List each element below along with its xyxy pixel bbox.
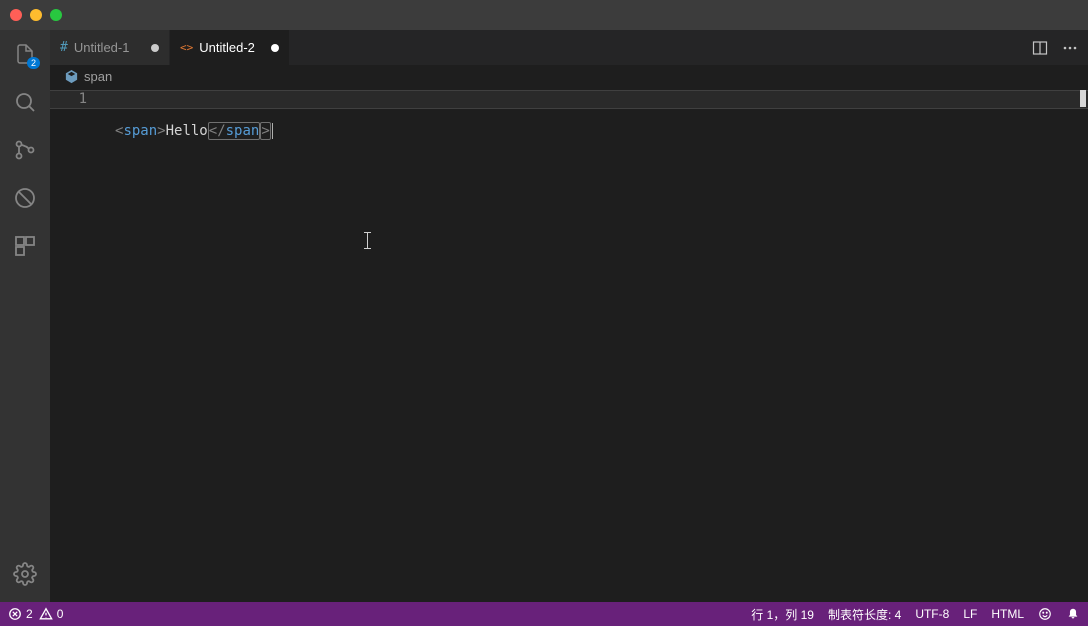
status-warnings[interactable]: 0 xyxy=(39,607,64,621)
activity-bar: 2 xyxy=(0,30,50,602)
status-feedback-icon[interactable] xyxy=(1038,607,1052,621)
status-errors[interactable]: 2 xyxy=(8,607,33,621)
search-icon[interactable] xyxy=(11,88,39,116)
status-indentation[interactable]: 制表符长度: 4 xyxy=(828,606,901,623)
tab-bar: # Untitled-1 <> Untitled-2 xyxy=(50,30,1088,65)
code-editor[interactable]: 1 <span>Hello</span> xyxy=(50,87,1088,602)
titlebar xyxy=(0,0,1088,30)
source-control-icon[interactable] xyxy=(11,136,39,164)
extensions-icon[interactable] xyxy=(11,232,39,260)
explorer-badge: 2 xyxy=(27,57,40,69)
editor-actions xyxy=(1022,30,1088,65)
status-language[interactable]: HTML xyxy=(991,607,1024,621)
split-editor-icon[interactable] xyxy=(1032,40,1048,56)
tab-label: Untitled-1 xyxy=(74,40,130,55)
mouse-ibeam-cursor xyxy=(367,232,368,249)
close-window-button[interactable] xyxy=(10,9,22,21)
status-notifications-icon[interactable] xyxy=(1066,607,1080,621)
editor-group: # Untitled-1 <> Untitled-2 span 1 xyxy=(50,30,1088,602)
settings-gear-icon[interactable] xyxy=(11,560,39,588)
window-controls xyxy=(10,9,62,21)
debug-icon[interactable] xyxy=(11,184,39,212)
overview-ruler-marker xyxy=(1080,90,1086,107)
dirty-indicator-icon xyxy=(151,44,159,52)
breadcrumb-label: span xyxy=(84,69,112,84)
line-number: 1 xyxy=(50,90,87,109)
status-cursor-position[interactable]: 行 1，列 19 xyxy=(751,606,814,623)
html-file-icon: <> xyxy=(180,41,193,54)
tab-untitled-1[interactable]: # Untitled-1 xyxy=(50,30,170,65)
workbench: 2 # Untitled-1 <> Untitled-2 xyxy=(0,30,1088,602)
explorer-icon[interactable]: 2 xyxy=(11,40,39,68)
status-encoding[interactable]: UTF-8 xyxy=(915,607,949,621)
hash-file-icon: # xyxy=(60,40,68,55)
tab-untitled-2[interactable]: <> Untitled-2 xyxy=(170,30,290,65)
smiley-icon xyxy=(1038,607,1052,621)
status-eol[interactable]: LF xyxy=(963,607,977,621)
tab-label: Untitled-2 xyxy=(199,40,255,55)
status-bar: 2 0 行 1，列 19 制表符长度: 4 UTF-8 LF HTML xyxy=(0,602,1088,626)
symbol-field-icon xyxy=(64,69,79,84)
maximize-window-button[interactable] xyxy=(50,9,62,21)
code-content[interactable]: <span>Hello</span> xyxy=(115,90,1088,173)
error-icon xyxy=(8,607,22,621)
line-number-gutter: 1 xyxy=(50,90,105,109)
warning-icon xyxy=(39,607,53,621)
code-line[interactable]: <span>Hello</span> xyxy=(115,122,1088,141)
minimize-window-button[interactable] xyxy=(30,9,42,21)
dirty-indicator-icon xyxy=(271,44,279,52)
bell-icon xyxy=(1066,607,1080,621)
breadcrumb[interactable]: span xyxy=(50,65,1088,87)
more-actions-icon[interactable] xyxy=(1062,40,1078,56)
text-cursor xyxy=(272,123,273,139)
